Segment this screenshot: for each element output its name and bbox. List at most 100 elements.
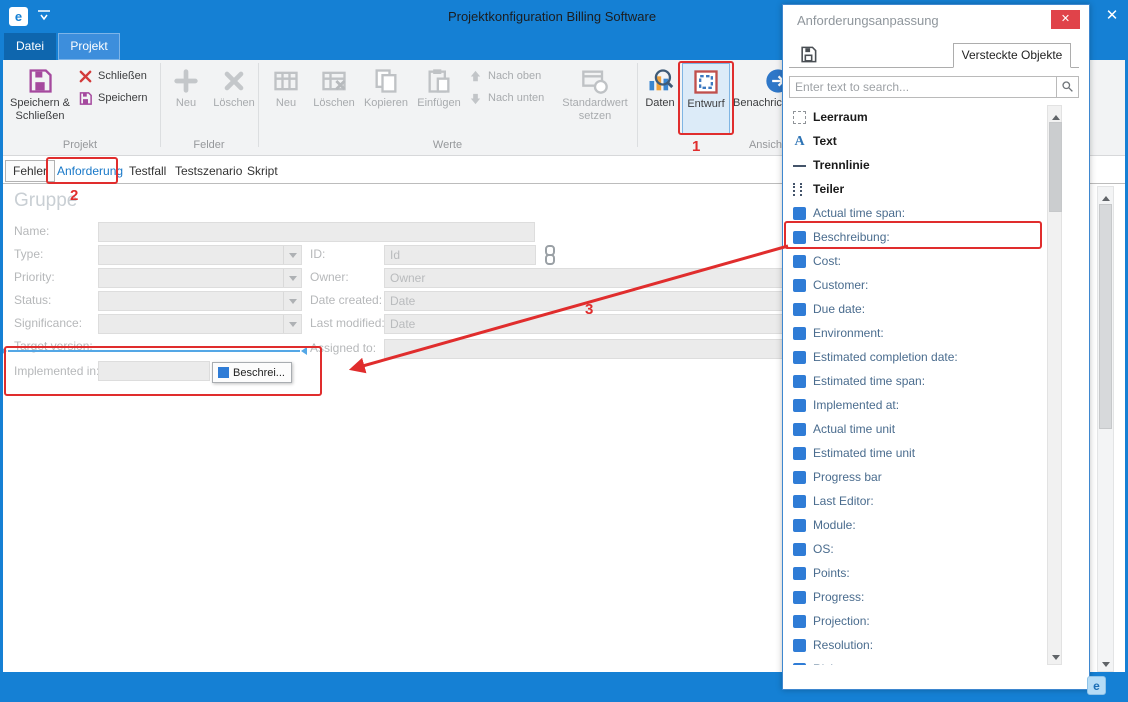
list-item[interactable]: Estimated time unit (789, 441, 1047, 465)
fields-delete-button[interactable]: Löschen (210, 63, 258, 134)
list-item[interactable]: Actual time unit (789, 417, 1047, 441)
paste-icon (425, 67, 453, 95)
list-item[interactable]: Actual time span: (789, 201, 1047, 225)
list-item[interactable]: Estimated completion date: (789, 345, 1047, 369)
dragged-item[interactable]: Beschrei... (212, 362, 292, 383)
values-new-button[interactable]: Neu (264, 63, 308, 134)
link-icon[interactable] (543, 245, 557, 265)
data-view-button[interactable]: Daten (640, 63, 680, 134)
list-item[interactable]: Points: (789, 561, 1047, 585)
implemented-in-field[interactable] (98, 361, 210, 381)
fields-new-button[interactable]: Neu (164, 63, 208, 134)
list-item[interactable]: Leerraum (789, 105, 1047, 129)
scroll-up-icon[interactable] (1098, 187, 1113, 203)
tab-fehler[interactable]: Fehler (5, 160, 55, 182)
chevron-down-icon[interactable] (283, 246, 301, 264)
id-field[interactable]: Id (384, 245, 536, 265)
tab-testfall[interactable]: Testfall (122, 160, 173, 182)
tab-skript[interactable]: Skript (240, 160, 285, 182)
group-separator (637, 63, 638, 147)
field-icon (793, 303, 806, 316)
add-icon (172, 67, 200, 95)
status-dropdown[interactable] (98, 291, 302, 311)
list-item[interactable]: Progress bar (789, 465, 1047, 489)
hidden-objects-list: Leerraum ATextTrennlinie Teiler Actual time… (789, 105, 1047, 665)
list-item[interactable]: OS: (789, 537, 1047, 561)
field-icon (793, 351, 806, 364)
type-dropdown[interactable] (98, 245, 302, 265)
list-item[interactable]: Teiler (789, 177, 1047, 201)
scroll-down-icon[interactable] (1048, 648, 1063, 664)
save-icon[interactable] (799, 45, 818, 64)
list-item[interactable]: Beschreibung: (789, 225, 1047, 249)
list-item[interactable]: Implemented at: (789, 393, 1047, 417)
scroll-thumb[interactable] (1049, 122, 1062, 212)
close-button[interactable]: Schließen (78, 66, 158, 86)
significance-dropdown[interactable] (98, 314, 302, 334)
move-up-button[interactable]: Nach oben (468, 66, 556, 86)
design-icon (692, 68, 720, 96)
chevron-down-icon[interactable] (283, 292, 301, 310)
significance-label: Significance: (14, 316, 82, 330)
button-label: Einfügen (414, 97, 464, 110)
separator-icon (793, 159, 806, 172)
list-item[interactable]: Resolution: (789, 633, 1047, 657)
list-item[interactable]: Last Editor: (789, 489, 1047, 513)
save-button[interactable]: Speichern (78, 88, 158, 108)
date-created-label: Date created: (310, 293, 382, 307)
set-default-button[interactable]: Standardwertsetzen (556, 63, 634, 134)
list-item[interactable]: Estimated time span: (789, 369, 1047, 393)
field-value: Date (390, 292, 415, 310)
chevron-down-icon[interactable] (283, 269, 301, 287)
scroll-thumb[interactable] (1099, 204, 1112, 429)
splitter-icon (793, 183, 802, 196)
copy-button[interactable]: Kopieren (360, 63, 412, 134)
drop-indicator (8, 350, 300, 352)
list-item[interactable]: Module: (789, 513, 1047, 537)
list-item-label: Leerraum (813, 110, 868, 124)
field-icon (793, 279, 806, 292)
field-icon (793, 567, 806, 580)
list-item[interactable]: Projection: (789, 609, 1047, 633)
tab-testszenario[interactable]: Testszenario (168, 160, 249, 182)
list-item-label: Actual time unit (813, 422, 895, 436)
panel-scrollbar[interactable] (1047, 105, 1062, 665)
chevron-down-icon[interactable] (283, 315, 301, 333)
list-item[interactable]: Due date: (789, 297, 1047, 321)
button-label: Standardwertsetzen (556, 97, 634, 123)
field-icon (793, 231, 806, 244)
name-label: Name: (14, 224, 49, 238)
scroll-up-icon[interactable] (1048, 106, 1063, 122)
list-item[interactable]: Environment: (789, 321, 1047, 345)
scroll-down-icon[interactable] (1098, 655, 1113, 671)
save-and-close-button[interactable]: Speichern &Schließen (6, 63, 74, 134)
list-item[interactable]: Cost: (789, 249, 1047, 273)
list-item-label: Teiler (813, 182, 844, 196)
design-view-button[interactable]: Entwurf (682, 63, 730, 134)
list-item[interactable]: Risk: (789, 657, 1047, 665)
main-scrollbar[interactable] (1097, 186, 1114, 672)
list-item[interactable]: Customer: (789, 273, 1047, 297)
move-down-button[interactable]: Nach unten (468, 88, 556, 108)
window-close-icon[interactable]: ✕ (1101, 6, 1123, 26)
field-icon (793, 471, 806, 484)
tab-datei[interactable]: Datei (4, 33, 56, 60)
list-item[interactable]: Trennlinie (789, 153, 1047, 177)
field-icon (793, 639, 806, 652)
list-item-label: Text (813, 134, 837, 148)
list-item[interactable]: AText (789, 129, 1047, 153)
paste-button[interactable]: Einfügen (414, 63, 464, 134)
name-field[interactable] (98, 222, 535, 242)
panel-close-button[interactable]: ✕ (1051, 10, 1080, 29)
customization-panel: Anforderungsanpassung ✕ Versteckte Objek… (782, 4, 1090, 690)
group-separator (258, 63, 259, 147)
save-close-icon (26, 67, 54, 95)
list-item[interactable]: Progress: (789, 585, 1047, 609)
search-icon[interactable] (1056, 77, 1078, 97)
tab-anforderung[interactable]: Anforderung (50, 160, 130, 182)
values-delete-button[interactable]: Löschen (310, 63, 358, 134)
tab-versteckte-objekte[interactable]: Versteckte Objekte (953, 43, 1071, 68)
priority-dropdown[interactable] (98, 268, 302, 288)
tab-projekt[interactable]: Projekt (58, 33, 120, 60)
search-input[interactable] (790, 77, 1056, 97)
